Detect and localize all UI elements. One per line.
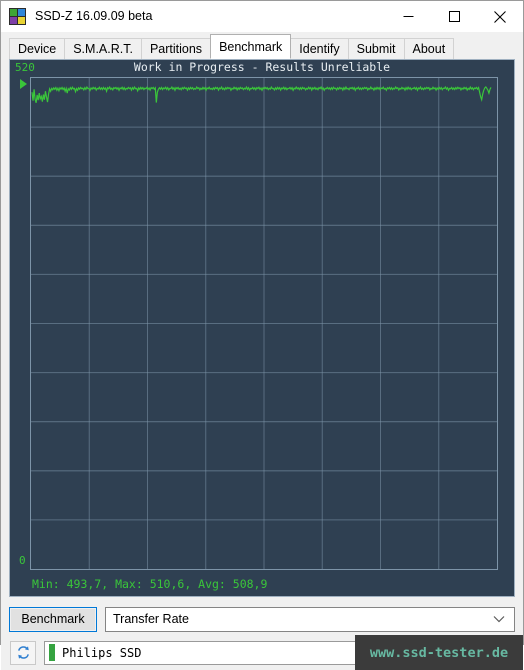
title-bar: SSD-Z 16.09.09 beta: [1, 1, 523, 32]
tab-strip: Device S.M.A.R.T. Partitions Benchmark I…: [1, 32, 523, 59]
benchmark-mode-select[interactable]: Transfer Rate: [105, 606, 515, 632]
play-triangle-icon: [20, 79, 27, 89]
chart-stats-label: Min: 493,7, Max: 510,6, Avg: 508,9: [32, 577, 268, 591]
chevron-down-icon: [493, 608, 505, 631]
benchmark-mode-value: Transfer Rate: [113, 612, 189, 626]
minimize-icon[interactable]: [385, 1, 431, 32]
device-status-indicator: [49, 644, 55, 661]
device-name-field[interactable]: Philips SSD: [44, 640, 376, 665]
send-button[interactable]: Send: [383, 640, 445, 665]
tab-benchmark[interactable]: Benchmark: [210, 34, 292, 59]
chart-plot-area: [30, 77, 498, 570]
refresh-icon[interactable]: [10, 640, 36, 665]
status-bar: Philips SSD Send Quit www.ssd-tester.de: [1, 634, 523, 670]
quit-button[interactable]: Quit: [452, 640, 514, 665]
tab-device[interactable]: Device: [9, 38, 66, 59]
tab-identify[interactable]: Identify: [290, 38, 349, 59]
device-name-value: Philips SSD: [62, 645, 142, 660]
tab-smart[interactable]: S.M.A.R.T.: [64, 38, 142, 59]
app-grid-icon: [9, 8, 26, 25]
chart-y-min-label: 0: [19, 554, 26, 567]
maximize-icon[interactable]: [431, 1, 477, 32]
window-title: SSD-Z 16.09.09 beta: [35, 9, 153, 23]
benchmark-button[interactable]: Benchmark: [9, 606, 97, 632]
window-controls: [385, 1, 523, 32]
benchmark-chart-panel: 520 Work in Progress - Results Unreliabl…: [9, 59, 515, 597]
chart-trace-line: [32, 87, 491, 103]
benchmark-controls: Benchmark Transfer Rate: [9, 604, 515, 634]
tab-submit[interactable]: Submit: [347, 38, 405, 59]
tab-about[interactable]: About: [403, 38, 455, 59]
chart-plot-svg: [31, 78, 497, 569]
app-window: SSD-Z 16.09.09 beta Device S.M.A.R.T. Pa…: [0, 0, 524, 670]
chart-title: Work in Progress - Results Unreliable: [133, 60, 391, 74]
chart-header: 520 Work in Progress - Results Unreliabl…: [10, 60, 514, 77]
tab-partitions[interactable]: Partitions: [140, 38, 212, 59]
tab-content-benchmark: 520 Work in Progress - Results Unreliabl…: [1, 59, 523, 634]
close-icon[interactable]: [477, 1, 523, 32]
